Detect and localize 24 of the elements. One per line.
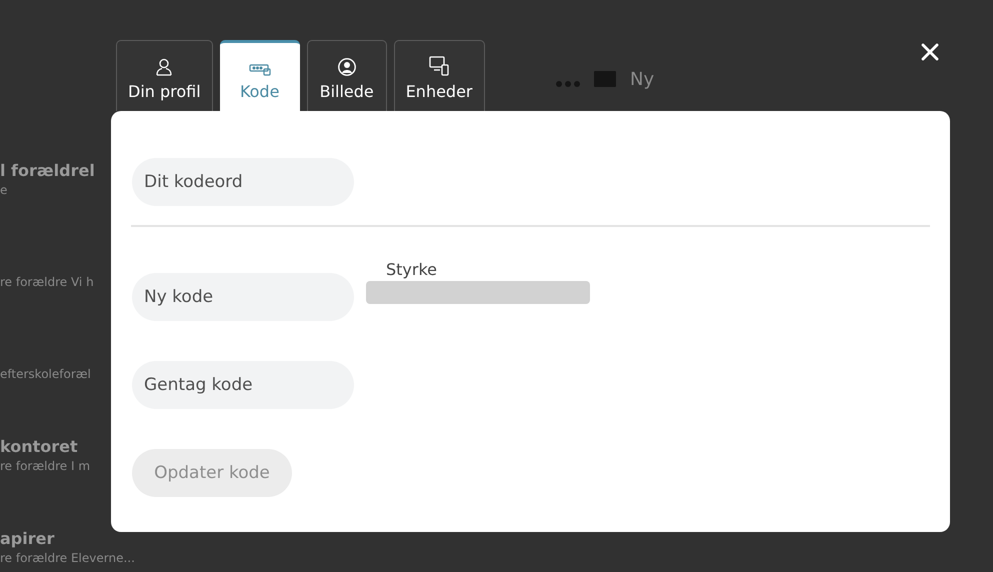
message-title: apirer	[0, 529, 54, 548]
tab[interactable]: Kode	[220, 40, 300, 111]
new-password-field[interactable]: Ny kode	[132, 273, 354, 321]
message-title: kontoret	[0, 437, 78, 456]
message-preview: re forældre Vi h	[0, 275, 94, 289]
message-title: l forældrel	[0, 161, 95, 180]
close-icon[interactable]	[921, 43, 939, 61]
message-preview: e	[0, 183, 8, 197]
current-password-field[interactable]: Dit kodeord	[132, 158, 354, 206]
message-preview: re forældre Eleverne...	[0, 551, 135, 565]
envelope-icon	[594, 71, 616, 87]
devices-icon	[429, 56, 450, 76]
message-preview: re forældre I m	[0, 459, 90, 473]
tab[interactable]: Din profil	[116, 40, 213, 111]
repeat-password-field[interactable]: Gentag kode	[132, 361, 354, 409]
password-icon	[248, 64, 271, 76]
avatar-icon	[338, 58, 356, 76]
tab[interactable]: Enheder	[394, 40, 484, 111]
tab[interactable]: Billede	[306, 40, 387, 111]
strength-label: Styrke	[386, 259, 438, 281]
more-icon	[556, 81, 580, 87]
message-preview: efterskoleforæl	[0, 367, 91, 381]
person-icon	[156, 58, 172, 76]
new-message-link[interactable]: Ny	[630, 68, 654, 90]
